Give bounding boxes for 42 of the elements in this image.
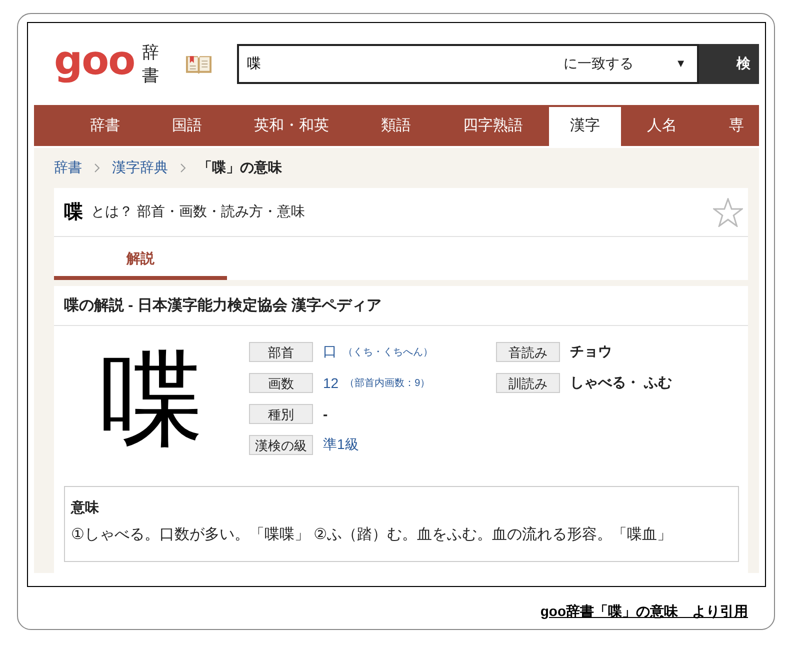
content-tab[interactable]: 解説 [54,237,227,280]
star-icon[interactable] [713,198,743,226]
field-label: 音読み [496,342,560,362]
field-label: 漢検の級 [249,435,313,455]
goo-logo[interactable]: goo [54,41,132,81]
field-link[interactable]: 口 [323,343,337,361]
section-title: 辞書 [142,42,160,87]
nav-tab[interactable]: 辞書 [64,107,146,144]
section-heading: 喋の解説 - 日本漢字能力検定協会 漢字ペディア [54,286,748,326]
kanji-glyph: 喋 [98,341,204,460]
search-field[interactable]: 喋 に一致する ▼ [236,44,700,84]
match-mode-dropdown[interactable]: に一致する [563,55,676,73]
search-button[interactable]: 検 [699,44,759,84]
field-value: - [323,406,328,422]
field-value: しゃべる・ ふむ [570,374,672,392]
nav-tab[interactable]: 英和・和英 [228,107,355,144]
field-note: （くち・くちへん） [343,346,433,359]
field-label: 種別 [249,404,313,424]
chevron-icon [94,163,100,173]
meaning-title: 意味 [71,499,100,517]
field-link[interactable]: 準1級 [323,436,359,454]
field-label: 訓読み [496,373,560,393]
chevron-icon [180,163,186,173]
field-value: チョウ [570,343,612,361]
breadcrumb-link[interactable]: 辞書 [54,159,82,177]
nav-tab[interactable]: 専 [703,107,759,144]
entry-kanji: 喋 [64,201,83,225]
field-link[interactable]: 12 [323,375,339,391]
caret-icon: ▼ [675,58,698,70]
entry-subtitle: とは？ 部首・画数・読み方・意味 [91,203,306,221]
field-label: 部首 [249,342,313,362]
nav-tab[interactable]: 人名 [621,107,703,144]
nav-tab[interactable]: 類語 [355,107,437,144]
book-icon [185,53,213,75]
nav-tab[interactable]: 国語 [146,107,228,144]
nav-tab[interactable]: 漢字 [549,107,621,146]
breadcrumb-current: 「喋」の意味 [198,159,282,177]
meaning-text: ①しゃべる。口数が多い。「喋喋」 ②ふ（踏）む。血をふむ。血の流れる形容。「喋血」 [71,525,674,544]
breadcrumb-link[interactable]: 漢字辞典 [112,159,168,177]
field-label: 画数 [249,373,313,393]
field-note: （部首内画数：9） [344,376,430,390]
nav-tab[interactable]: 四字熟語 [437,107,549,144]
